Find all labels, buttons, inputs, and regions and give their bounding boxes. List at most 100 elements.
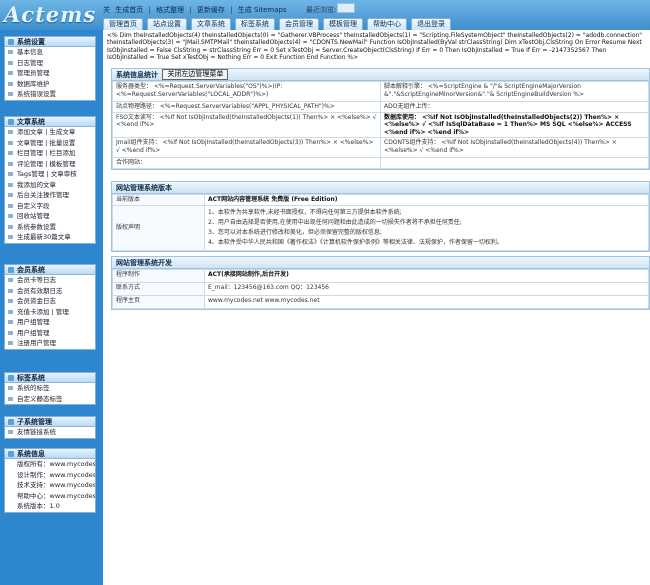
tab-help-center[interactable]: 帮助中心: [367, 18, 407, 30]
panel-header: 系统信息统计 关闭左边管理菜单: [112, 69, 649, 81]
sidebar-item[interactable]: 充值卡添加 | 管理: [5, 307, 95, 318]
sidebar-item[interactable]: Tags管理 | 文章审核: [5, 169, 95, 180]
tab-site-settings[interactable]: 站点设置: [147, 18, 187, 30]
sidebar-item[interactable]: 友情链接系统: [5, 427, 95, 438]
sidebar-item[interactable]: 回收站管理: [5, 211, 95, 222]
sidebar-group-title[interactable]: 系统设置: [5, 37, 95, 47]
license-line: 2、用户自由选择是否使用,在使用中出现任何问题和由此造成的一切损失作者将不承担任…: [208, 218, 462, 226]
table-row: 版权声明 1、本软件为共享软件,未经书面授权，不得向任何第三方提供本软件系统; …: [112, 204, 649, 251]
sidebar-item[interactable]: 管理员管理: [5, 68, 95, 79]
separator: |: [148, 6, 151, 14]
table-row: 当前版本 ACT网站内容管理系统 免费版 (Free Edition): [112, 194, 649, 206]
table-cell: ADO无组件上传：: [380, 101, 649, 113]
info-line: 系统版本：1.0: [17, 502, 60, 510]
sidebar-item[interactable]: 后台关注操作管理: [5, 190, 95, 201]
sidebar-group-title[interactable]: 子系统管理: [5, 417, 95, 427]
sidebar-item[interactable]: 添加文章 | 生成文章: [5, 127, 95, 138]
separator: |: [189, 6, 192, 14]
sidebar-item[interactable]: 数据库维护: [5, 79, 95, 90]
recent-dropdown[interactable]: [337, 3, 355, 13]
main-tabs: 管理首页 站点设置 文章系统 标签系统 会员管理 模板管理 帮助中心 退出登录: [103, 18, 451, 30]
sidebar-item[interactable]: 会员卡等日志: [5, 275, 95, 286]
table-cell: CDONTS组件支持： <%If Not IsObjInstalled(theI…: [380, 137, 649, 159]
sidebar-group-title[interactable]: 标签系统: [5, 373, 95, 383]
row-label: 版权声明: [112, 204, 205, 251]
sidebar-item[interactable]: 系统的标签: [5, 383, 95, 394]
sidebar-item[interactable]: 文章管理 | 批量设置: [5, 138, 95, 149]
sidebar-group-subsystems: 子系统管理 友情链接系统: [4, 416, 96, 439]
sidebar-group-title[interactable]: 系统信息: [5, 449, 95, 459]
top-bar: Actems 关 生成首页 | 格式整理 | 更新缓存 | 生成 Sitemap…: [0, 0, 650, 30]
table-row: 联系方式 E_mail：123456@163.com QQ：123456: [112, 282, 649, 296]
info-line: 设计制作：www.mycodes.net: [17, 470, 95, 479]
license-text: 1、本软件为共享软件,未经书面授权，不得向任何第三方提供本软件系统; 2、用户自…: [204, 204, 649, 251]
sidebar-item[interactable]: 我添加的文章: [5, 180, 95, 191]
license-line: 3、您可以对本系统进行修改和美化，但必须保留完整的版权信息;: [208, 228, 382, 236]
site-dev-panel: 网站管理系统开发 程序制作 ACT(承接网站制作,后台开发) 联系方式 E_ma…: [111, 256, 650, 310]
site-version-panel: 网站管理系统版本 当前版本 ACT网站内容管理系统 免费版 (Free Edit…: [111, 181, 650, 252]
sidebar-item[interactable]: 用户组管理: [5, 317, 95, 328]
sidebar-item[interactable]: 生成最新30篇文章: [5, 232, 95, 243]
table-cell: 数据库使用： <%If Not IsObjInstalled(theInstal…: [380, 111, 649, 139]
top-link-generate-home[interactable]: 生成首页: [115, 6, 143, 14]
table-row: 程序制作 ACT(承接网站制作,后台开发): [112, 269, 649, 283]
sidebar: 系统设置 基本信息 日志管理 管理员管理 数据库维护 系统错误设置 文章系统 添…: [0, 30, 103, 585]
main-content: <% Dim theInstalledObjects(4) theInstall…: [105, 30, 650, 585]
sidebar-group-system-settings: 系统设置 基本信息 日志管理 管理员管理 数据库维护 系统错误设置: [4, 36, 96, 101]
sidebar-item[interactable]: 基本信息: [5, 47, 95, 58]
sidebar-item[interactable]: 栏目管理 | 栏目添加: [5, 148, 95, 159]
license-line: 4、本软件受中华人民共和国《著作权法》《计算机软件保护条例》等相关法律、法规保护…: [208, 238, 503, 246]
sidebar-item[interactable]: 注册用户管理: [5, 338, 95, 349]
recent-label: 最近浏览:: [306, 6, 337, 14]
panel-title: 系统信息统计: [116, 71, 158, 79]
sidebar-item[interactable]: 自定义静态标签: [5, 394, 95, 405]
row-value: ACT(承接网站制作,后台开发): [204, 269, 649, 283]
table-row: FSO文本读写： <%If Not IsObjInstalled(theInst…: [112, 111, 649, 139]
row-label: 联系方式: [112, 282, 205, 296]
table-row: 服务器类型： <%=Request.ServerVariables("OS")%…: [112, 81, 649, 102]
sidebar-item[interactable]: 会员有效期日志: [5, 286, 95, 297]
tab-article-system[interactable]: 文章系统: [191, 18, 231, 30]
sidebar-group-article-system: 文章系统 添加文章 | 生成文章 文章管理 | 批量设置 栏目管理 | 栏目添加…: [4, 116, 96, 244]
sidebar-group-tag-system: 标签系统 系统的标签 自定义静态标签: [4, 372, 96, 405]
dev-table: 程序制作 ACT(承接网站制作,后台开发) 联系方式 E_mail：123456…: [112, 269, 649, 309]
close-left-menu-button[interactable]: 关闭左边管理菜单: [162, 69, 229, 80]
table-row: 程序主页 www.mycodes.net www.mycodes.net: [112, 295, 649, 309]
tab-tag-system[interactable]: 标签系统: [235, 18, 275, 30]
logo: Actems: [4, 2, 97, 27]
table-cell: [380, 157, 649, 169]
license-line: 1、本软件为共享软件,未经书面授权，不得向任何第三方提供本软件系统;: [208, 208, 402, 216]
row-label: 程序制作: [112, 269, 205, 283]
row-label: 程序主页: [112, 295, 205, 309]
top-link-format[interactable]: 格式整理: [156, 6, 184, 14]
tab-logout[interactable]: 退出登录: [411, 18, 451, 30]
sidebar-item[interactable]: 会员资金日志: [5, 296, 95, 307]
sidebar-item[interactable]: 系统参数设置: [5, 222, 95, 233]
separator: |: [230, 6, 233, 14]
sidebar-group-title[interactable]: 会员系统: [5, 265, 95, 275]
top-link-update-cache[interactable]: 更新缓存: [197, 6, 225, 14]
tab-admin-home[interactable]: 管理首页: [103, 18, 143, 30]
table-row: Jmail组件支持： <%If Not IsObjInstalled(theIn…: [112, 137, 649, 159]
version-value: ACT网站内容管理系统 免费版 (Free Edition): [204, 194, 649, 206]
table-cell: 脚本解释引擎： <%=ScriptEngine & "/"& ScriptEng…: [380, 81, 649, 102]
top-link-close[interactable]: 关: [103, 6, 110, 14]
tab-member-management[interactable]: 会员管理: [279, 18, 319, 30]
table-cell: 服务器类型： <%=Request.ServerVariables("OS")%…: [112, 81, 381, 102]
version-table: 当前版本 ACT网站内容管理系统 免费版 (Free Edition) 版权声明…: [112, 194, 649, 251]
homepage-link[interactable]: www.mycodes.net www.mycodes.net: [204, 295, 649, 309]
sidebar-item[interactable]: 自定义字段: [5, 201, 95, 212]
raw-script-text: <% Dim theInstalledObjects(4) theInstall…: [107, 32, 643, 61]
sidebar-group-title[interactable]: 文章系统: [5, 117, 95, 127]
system-info-table: 服务器类型： <%=Request.ServerVariables("OS")%…: [112, 81, 649, 169]
sidebar-item[interactable]: 系统错误设置: [5, 89, 95, 100]
sidebar-item[interactable]: 评论管理 | 模板管理: [5, 159, 95, 170]
panel-title: 网站管理系统版本: [112, 182, 649, 194]
table-row: 合作网站：: [112, 157, 649, 169]
top-link-sitemaps[interactable]: 生成 Sitemaps: [238, 6, 287, 14]
table-cell: 合作网站：: [112, 157, 381, 169]
contact-info: E_mail：123456@163.com QQ：123456: [204, 282, 649, 296]
tab-template-management[interactable]: 模板管理: [323, 18, 363, 30]
sidebar-item[interactable]: 用户组管理: [5, 328, 95, 339]
sidebar-item[interactable]: 日志管理: [5, 58, 95, 69]
